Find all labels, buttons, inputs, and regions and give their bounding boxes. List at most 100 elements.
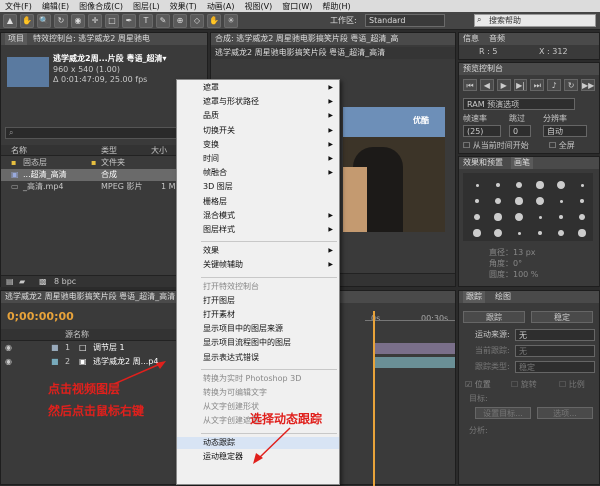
scale-checkbox[interactable]: ☐ 比例 xyxy=(559,379,585,390)
playhead[interactable] xyxy=(373,311,375,486)
brush-tip-icon[interactable] xyxy=(579,214,585,220)
last-frame-icon[interactable]: ⏭ xyxy=(530,79,545,91)
col-name[interactable]: 名称 xyxy=(11,145,27,156)
menu-item[interactable]: 动画(A) xyxy=(202,1,240,12)
first-frame-icon[interactable]: ⏮ xyxy=(463,79,477,91)
info-tab[interactable]: 信息 xyxy=(463,33,479,45)
layer-bar-video[interactable] xyxy=(375,357,455,368)
ram-preview-select[interactable]: RAM 预演选项 xyxy=(463,98,575,110)
composition-tab[interactable]: 合成: 逃学威龙2 周星驰电影搞笑片段 粤语_超清_高 xyxy=(211,33,455,45)
menu-item[interactable]: 文件(F) xyxy=(0,1,37,12)
context-menu-item[interactable]: 关键帧辅助 ▶ xyxy=(177,259,339,271)
brush-tip-icon[interactable] xyxy=(556,180,566,190)
zoom-tool-icon[interactable]: 🔍 xyxy=(37,13,51,28)
next-frame-icon[interactable]: ▶| xyxy=(513,79,528,91)
timecode[interactable]: 0;00:00;00 xyxy=(7,311,74,322)
context-menu-item[interactable]: 切换开关 ▶ xyxy=(177,125,339,137)
brush-tip-icon[interactable] xyxy=(514,212,524,222)
context-menu-item[interactable]: 3D 图层 xyxy=(177,181,339,193)
preview-tab[interactable]: 预览控制台 xyxy=(459,63,599,75)
rotate-tool-icon[interactable]: ↻ xyxy=(54,13,68,28)
brush-tip-icon[interactable] xyxy=(495,182,501,188)
set-target-button[interactable]: 设置目标... xyxy=(475,407,531,419)
brush-tip-icon[interactable] xyxy=(495,198,501,204)
context-menu-item[interactable]: 遮罩与形状路径 ▶ xyxy=(177,96,339,108)
rectangle-tool-icon[interactable]: □ xyxy=(105,13,119,28)
from-current-checkbox[interactable]: ☐ 从当前时间开始 xyxy=(463,140,529,151)
brush-tip-icon[interactable] xyxy=(579,198,585,204)
brush-tip-icon[interactable] xyxy=(580,183,584,187)
context-menu-item[interactable]: 显示项目流程图中的图层 xyxy=(177,337,339,349)
menu-item[interactable]: 视图(V) xyxy=(240,1,278,12)
current-track-select[interactable]: 无 xyxy=(515,345,595,357)
brush-tip-icon[interactable] xyxy=(474,214,480,220)
stabilize-button[interactable]: 稳定 xyxy=(531,311,593,323)
text-tool-icon[interactable]: T xyxy=(139,13,153,28)
workspace-select[interactable]: Standard xyxy=(365,14,445,27)
prev-frame-icon[interactable]: ◀ xyxy=(479,79,494,91)
selection-tool-icon[interactable]: ▲ xyxy=(3,13,17,28)
motion-source-select[interactable]: 无 xyxy=(515,329,595,341)
context-menu-item[interactable]: 变换 ▶ xyxy=(177,139,339,151)
ram-preview-icon[interactable]: ▶▶ xyxy=(581,79,596,91)
skip-select[interactable]: 0 xyxy=(509,125,531,137)
hand-tool-icon[interactable]: ✋ xyxy=(20,13,34,28)
brush-tab[interactable]: 画笔 xyxy=(511,157,533,169)
resolution-select[interactable]: 自动 xyxy=(543,125,587,137)
label-color-icon[interactable]: ■ xyxy=(51,342,59,353)
brush-tip-icon[interactable] xyxy=(558,230,564,236)
brush-tip-grid[interactable] xyxy=(463,173,593,241)
brush-tip-icon[interactable] xyxy=(558,214,564,220)
brush-tip-icon[interactable] xyxy=(493,228,503,238)
tracker-tab[interactable]: 跟踪 xyxy=(463,291,485,303)
context-menu-item[interactable]: 打开素材 xyxy=(177,309,339,321)
play-icon[interactable]: ▶ xyxy=(496,79,511,91)
frame-rate-select[interactable]: (25) xyxy=(463,125,501,137)
bpc-label[interactable]: 8 bpc xyxy=(54,276,76,287)
menu-item[interactable]: 图像合成(C) xyxy=(74,1,128,12)
layer-row-adjustment[interactable]: ◉ ■ 1 □ 调节层 1 xyxy=(1,342,177,355)
brush-tip-icon[interactable] xyxy=(517,231,521,235)
color-depth-icon[interactable]: ▩ xyxy=(39,276,47,287)
context-menu-item[interactable]: 显示项目中的图层来源 xyxy=(177,323,339,335)
brush-tip-icon[interactable] xyxy=(578,229,586,237)
context-menu-item[interactable]: 图层样式 ▶ xyxy=(177,224,339,236)
col-type[interactable]: 类型 xyxy=(101,145,117,156)
menu-item[interactable]: 编辑(E) xyxy=(37,1,74,12)
effect-controls-tab[interactable]: 特效控制台: 逃学威龙2 周星驰电 xyxy=(33,33,150,45)
brush-tip-icon[interactable] xyxy=(536,181,544,189)
menu-item[interactable]: 效果(T) xyxy=(165,1,202,12)
menu-item[interactable]: 窗口(W) xyxy=(277,1,317,12)
brush-tip-icon[interactable] xyxy=(559,199,563,203)
context-menu-item[interactable]: 效果 ▶ xyxy=(177,245,339,257)
menu-item[interactable]: 帮助(H) xyxy=(317,1,355,12)
rotation-checkbox[interactable]: ☐ 旋转 xyxy=(511,379,537,390)
context-menu-item[interactable]: 遮罩 ▶ xyxy=(177,82,339,94)
paint-tab[interactable]: 绘图 xyxy=(495,291,511,303)
brush-tip-icon[interactable] xyxy=(516,182,522,188)
track-button[interactable]: 跟踪 xyxy=(463,311,525,323)
comp-inner-tab[interactable]: 逃学威龙2 周星驰电影搞笑片段 粤语_超清_高清 xyxy=(211,47,455,59)
new-folder-icon[interactable]: ▰ xyxy=(19,276,25,287)
context-menu-item[interactable]: 显示表达式错误 xyxy=(177,352,339,364)
clone-tool-icon[interactable]: ⊕ xyxy=(173,13,187,28)
brush-tip-icon[interactable] xyxy=(474,198,480,204)
audio-tab[interactable]: 音频 xyxy=(489,33,505,45)
label-color-icon[interactable]: ■ xyxy=(51,356,59,367)
options-button[interactable]: 选项... xyxy=(537,407,593,419)
menu-item[interactable]: 图层(L) xyxy=(128,1,165,12)
roto-tool-icon[interactable]: ✋ xyxy=(207,13,221,28)
eye-icon[interactable]: ◉ xyxy=(5,342,12,353)
comp-name[interactable]: 逃学威龙2周...片段 粤语_超清▾ xyxy=(53,53,166,64)
brush-tip-icon[interactable] xyxy=(473,229,481,237)
brush-tip-icon[interactable] xyxy=(538,215,542,219)
project-search-input[interactable]: ⌕ xyxy=(5,127,203,139)
brush-tip-icon[interactable] xyxy=(475,183,479,187)
context-menu-item[interactable]: 栅格层 xyxy=(177,196,339,208)
project-tab[interactable]: 项目 xyxy=(5,33,27,45)
fullscreen-checkbox[interactable]: ☐ 全屏 xyxy=(549,140,575,151)
comp-viewer[interactable]: 优酷 xyxy=(343,107,445,232)
brush-tip-icon[interactable] xyxy=(535,196,545,206)
brush-tip-icon[interactable] xyxy=(494,213,502,221)
audio-icon[interactable]: ♪ xyxy=(547,79,562,91)
